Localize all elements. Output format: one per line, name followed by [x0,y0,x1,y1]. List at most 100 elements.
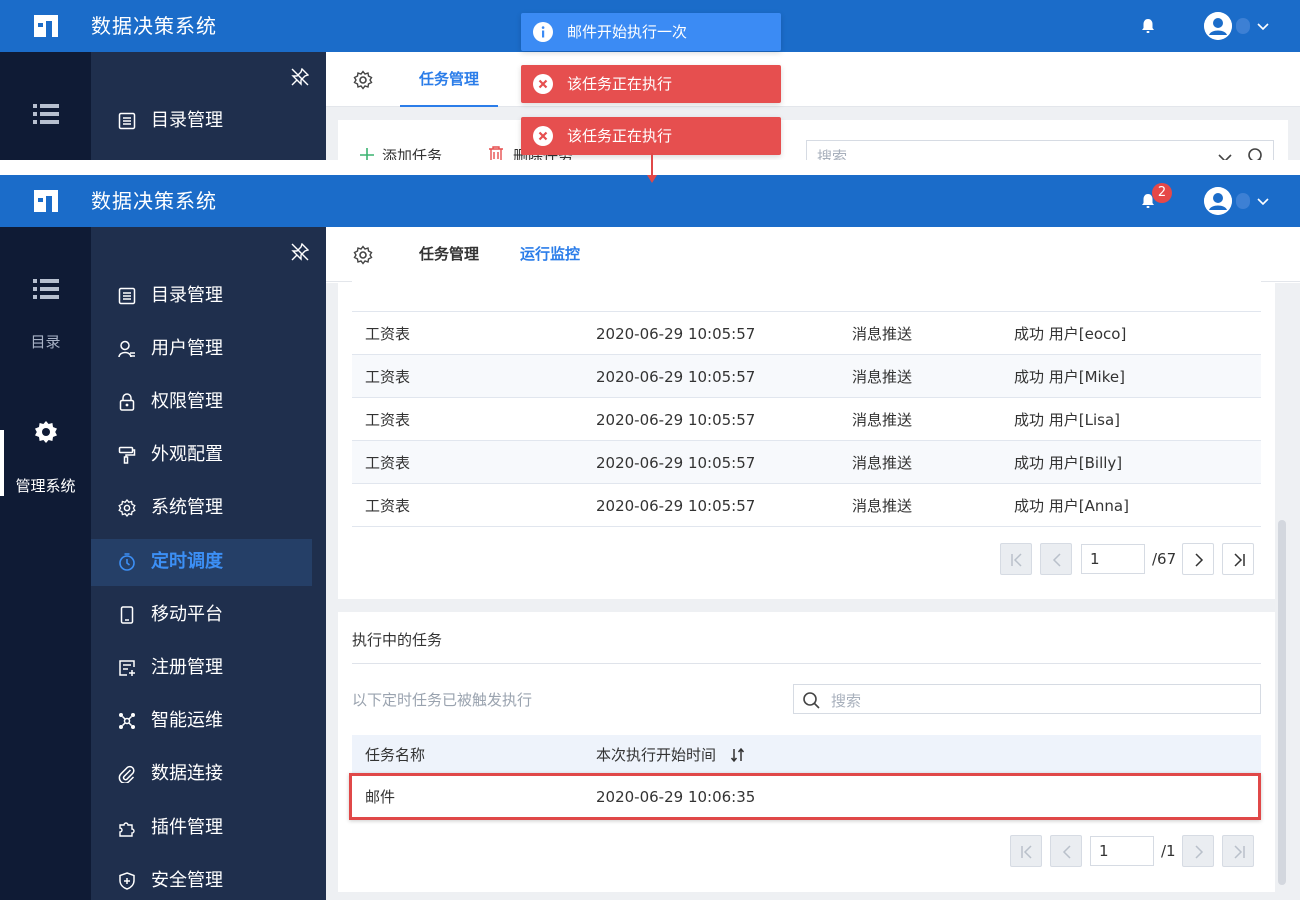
sidebar-item-appearance[interactable]: 外观配置 [91,432,312,479]
first-page-icon [1011,553,1022,567]
error-icon [533,126,553,146]
chevron-left-icon [1062,845,1071,859]
sidebar-item-label: 系统管理 [151,497,223,518]
top-screenshot-pane: 数据决策系统 目录管理 任务管理 添加任务 搜索 邮件开始执行一次 该任务正在执… [0,0,1300,160]
notification-badge: 2 [1152,183,1172,203]
app-title: 数据决策系统 [91,14,217,38]
page-number-input[interactable]: 1 [1090,836,1154,866]
chevron-down-icon[interactable] [1256,19,1270,33]
bell-icon[interactable] [1140,18,1156,34]
cell-result: 成功 用户[Mike] [1014,368,1125,386]
sidebar-item-permissions[interactable]: 权限管理 [91,379,312,426]
sidebar-item-security[interactable]: 安全管理 [91,858,312,900]
gear-icon[interactable] [33,419,59,445]
table-row[interactable]: 工资表 2020-06-29 10:05:57 消息推送 成功 用户[Anna] [352,484,1261,527]
col-start-time[interactable]: 本次执行开始时间 [596,745,716,765]
chevron-right-icon [1195,553,1204,567]
search-icon [803,692,820,709]
avatar[interactable] [1204,187,1232,215]
sidebar-item-users[interactable]: 用户管理 [91,326,312,373]
sidebar-item-scheduler[interactable]: 定时调度 [91,539,312,586]
username-blurred[interactable] [1236,193,1250,209]
list-icon[interactable] [33,102,59,126]
sidebar-item-register[interactable]: 注册管理 [91,645,312,692]
logo-icon [34,190,58,212]
last-page-button[interactable] [1222,543,1254,575]
page-total: /67 [1152,550,1177,568]
search-placeholder: 搜索 [831,692,862,710]
search-placeholder: 搜索 [817,148,848,160]
sidebar-item-label: 智能运维 [151,710,223,731]
sidebar-item-ops[interactable]: 智能运维 [91,698,312,745]
sidebar-item-catalog[interactable]: 目录管理 [91,273,312,320]
search-icon[interactable] [1247,147,1265,160]
next-page-button[interactable] [1182,543,1214,575]
sidebar-item-catalog[interactable]: 目录管理 [91,98,312,145]
mobile-icon [120,606,134,624]
chevron-down-icon[interactable] [1217,150,1233,160]
network-icon [119,713,135,729]
section-divider [352,663,1261,664]
chevron-down-icon[interactable] [1256,194,1270,208]
running-search-input[interactable]: 搜索 [793,684,1261,714]
page-number-input[interactable]: 1 [1081,544,1145,574]
sort-icon[interactable] [730,747,746,763]
prev-page-button[interactable] [1050,835,1082,867]
cell-type: 消息推送 [852,454,913,472]
info-icon [533,22,553,42]
page-total: /1 [1161,842,1176,860]
sidebar-item-label: 安全管理 [151,870,223,891]
list-icon[interactable] [33,277,59,301]
first-page-button[interactable] [1000,543,1032,575]
toolbar-card: 添加任务 删除任务 搜索 [338,120,1288,160]
gear-icon[interactable] [353,70,373,90]
running-subtitle: 以下定时任务已被触发执行 [352,691,533,709]
table-row[interactable]: 工资表 2020-06-29 10:05:57 消息推送 成功 用户[Mike] [352,355,1261,398]
chevron-right-icon [1195,845,1204,859]
table-row[interactable]: 工资表 2020-06-29 10:05:57 消息推送 成功 用户[Billy… [352,441,1261,484]
first-page-button[interactable] [1010,835,1042,867]
sidebar-item-label: 权限管理 [151,391,223,412]
sidebar-item-plugins[interactable]: 插件管理 [91,805,312,852]
tab-task-manage[interactable]: 任务管理 [400,52,499,107]
toast-message: 该任务正在执行 [567,75,673,93]
cell-type: 消息推送 [852,411,913,429]
toast-error: 该任务正在执行 [521,117,781,155]
task-search-input[interactable]: 搜索 [806,140,1274,160]
sidebar-item-mobile[interactable]: 移动平台 [91,592,312,639]
table-row[interactable]: 工资表 2020-06-29 10:05:57 消息推送 成功 用户[Lisa] [352,398,1261,441]
gear-icon[interactable] [353,245,373,265]
rail-admin-label[interactable]: 管理系统 [0,475,91,496]
scrollbar-thumb[interactable] [1278,520,1286,885]
cell-task-name: 工资表 [365,368,411,386]
last-page-button[interactable] [1222,835,1254,867]
sidebar-item-label: 移动平台 [151,604,223,625]
user-avatar-icon [1204,187,1232,215]
timer-icon [119,553,135,571]
shield-icon [119,872,135,890]
avatar[interactable] [1204,12,1232,40]
catalog-icon [118,112,136,130]
add-task-button[interactable]: 添加任务 [382,145,442,160]
table-row[interactable]: 工资表 2020-06-29 10:05:57 消息推送 成功 用户[eoco] [352,312,1261,355]
unpin-icon[interactable] [291,68,309,86]
sidebar-item-data-connection[interactable]: 数据连接 [91,751,312,798]
sidebar-item-label: 数据连接 [151,763,223,784]
rail-catalog-label[interactable]: 目录 [0,331,91,352]
unpin-icon[interactable] [291,243,309,261]
col-task-name[interactable]: 任务名称 [365,745,425,765]
screenshot-root: 数据决策系统 目录管理 任务管理 添加任务 搜索 邮件开始执行一次 该任务正在执… [0,0,1300,900]
sidebar-item-label: 注册管理 [151,657,223,678]
prev-page-button[interactable] [1040,543,1072,575]
top-tabs-bar: 任务管理 [326,52,1300,107]
app-title: 数据决策系统 [91,189,217,213]
sidebar-item-system[interactable]: 系统管理 [91,485,312,532]
next-page-button[interactable] [1182,835,1214,867]
catalog-icon [118,287,136,305]
cell-time: 2020-06-29 10:05:57 [596,325,756,343]
connector-arrow-icon [647,153,657,183]
trash-icon [489,146,503,160]
username-blurred[interactable] [1236,18,1250,34]
table-row-partial [352,269,1261,312]
sidebar-item-label: 目录管理 [151,110,223,131]
